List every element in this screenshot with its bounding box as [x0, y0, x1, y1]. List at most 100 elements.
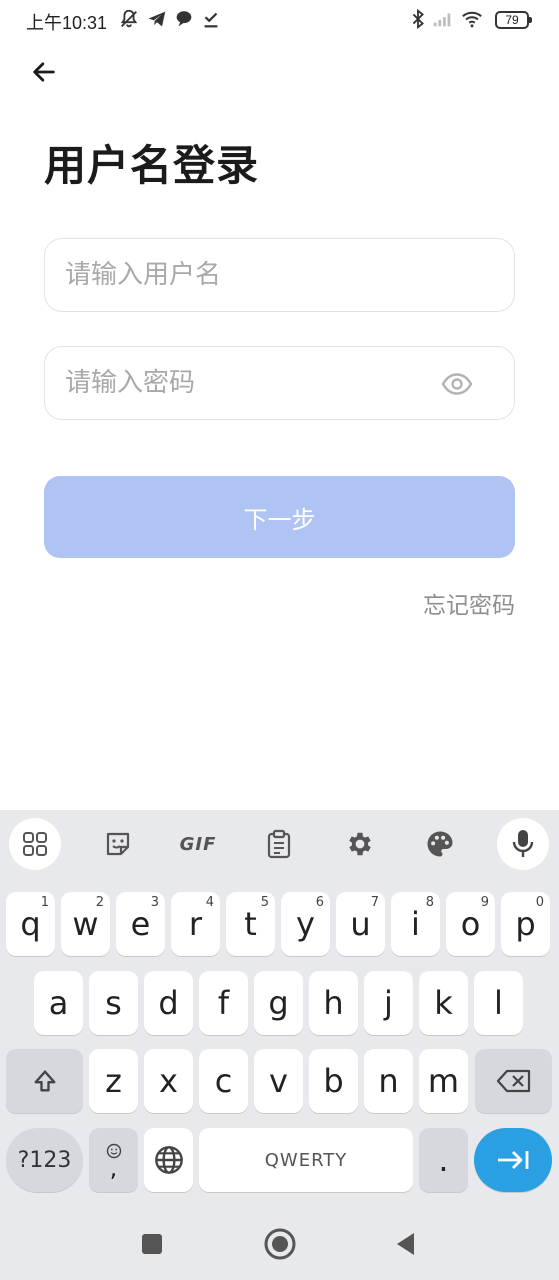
page-title: 用户名登录 — [44, 141, 260, 190]
symbols-key[interactable]: ?123 — [6, 1128, 83, 1192]
key-label: n — [378, 1062, 399, 1100]
key-label: z — [105, 1062, 122, 1100]
backspace-key[interactable] — [475, 1049, 552, 1113]
key-a[interactable]: a — [34, 971, 83, 1035]
key-hint: 9 — [480, 895, 489, 910]
gif-button[interactable]: GIF — [172, 818, 224, 870]
key-j[interactable]: j — [364, 971, 413, 1035]
eye-icon — [441, 373, 473, 395]
key-label: l — [494, 984, 503, 1022]
key-r[interactable]: r4 — [171, 892, 220, 956]
key-hint: 6 — [315, 895, 324, 910]
key-g[interactable]: g — [254, 971, 303, 1035]
chat-bubble-icon — [176, 11, 192, 27]
sticker-button[interactable] — [92, 818, 144, 870]
battery-indicator: 79 — [495, 11, 532, 29]
home-button[interactable] — [260, 1224, 300, 1264]
back-nav-button[interactable] — [386, 1224, 426, 1264]
password-input[interactable] — [65, 347, 425, 419]
key-hint: 1 — [40, 895, 49, 910]
key-p[interactable]: p0 — [501, 892, 550, 956]
microphone-icon — [512, 830, 534, 857]
key-w[interactable]: w2 — [61, 892, 110, 956]
keyboard-toolbar: GIF — [0, 810, 559, 882]
key-u[interactable]: u7 — [336, 892, 385, 956]
key-label: b — [323, 1062, 344, 1100]
key-o[interactable]: o9 — [446, 892, 495, 956]
key-e[interactable]: e3 — [116, 892, 165, 956]
settings-button[interactable] — [334, 818, 386, 870]
key-d[interactable]: d — [144, 971, 193, 1035]
status-bar: 上午10:31 79 — [0, 0, 559, 44]
period-key[interactable]: . — [419, 1128, 468, 1192]
key-x[interactable]: x — [144, 1049, 193, 1113]
key-label: s — [105, 984, 122, 1022]
clipboard-button[interactable] — [253, 818, 305, 870]
password-visibility-toggle[interactable] — [440, 369, 474, 399]
key-h[interactable]: h — [309, 971, 358, 1035]
key-t[interactable]: t5 — [226, 892, 275, 956]
key-label: t — [244, 905, 257, 943]
key-y[interactable]: y6 — [281, 892, 330, 956]
key-label: j — [384, 984, 393, 1022]
key-v[interactable]: v — [254, 1049, 303, 1113]
key-hint: 0 — [535, 895, 544, 910]
home-circle-icon — [264, 1228, 296, 1260]
username-field[interactable] — [44, 238, 515, 312]
arrow-left-icon — [33, 62, 55, 82]
symbols-key-label: ?123 — [17, 1147, 72, 1173]
key-label: i — [411, 905, 420, 943]
backspace-icon — [496, 1069, 530, 1093]
recent-apps-button[interactable] — [132, 1224, 172, 1264]
palette-icon — [427, 831, 453, 857]
key-label: e — [130, 905, 151, 943]
theme-button[interactable] — [414, 818, 466, 870]
key-m[interactable]: m — [419, 1049, 468, 1113]
clipboard-icon — [267, 829, 291, 859]
language-key[interactable] — [144, 1128, 193, 1192]
key-label: r — [188, 905, 203, 943]
key-f[interactable]: f — [199, 971, 248, 1035]
key-label: w — [72, 905, 99, 943]
key-k[interactable]: k — [419, 971, 468, 1035]
period-label: . — [438, 1141, 449, 1179]
apps-grid-button[interactable] — [9, 818, 61, 870]
key-label: x — [159, 1062, 178, 1100]
key-hint: 2 — [95, 895, 104, 910]
gif-label: GIF — [179, 833, 217, 855]
status-time: 上午10:31 — [26, 13, 108, 33]
emoji-comma-key[interactable]: , — [89, 1128, 138, 1192]
shift-key[interactable] — [6, 1049, 83, 1113]
key-z[interactable]: z — [89, 1049, 138, 1113]
key-c[interactable]: c — [199, 1049, 248, 1113]
wifi-icon — [462, 11, 482, 28]
triangle-back-icon — [397, 1233, 414, 1255]
key-label: d — [158, 984, 179, 1022]
key-i[interactable]: i8 — [391, 892, 440, 956]
gear-icon — [349, 832, 371, 856]
telegram-icon — [148, 11, 166, 27]
sticker-icon — [106, 832, 130, 856]
space-key-label: QWERTY — [264, 1149, 348, 1171]
voice-input-button[interactable] — [497, 818, 549, 870]
forgot-password-link[interactable]: 忘记密码 — [423, 586, 515, 620]
key-q[interactable]: q1 — [6, 892, 55, 956]
next-button[interactable]: 下一步 — [44, 476, 515, 558]
key-label: y — [296, 905, 315, 943]
password-field[interactable] — [44, 346, 515, 420]
back-button[interactable] — [24, 54, 64, 90]
key-label: m — [427, 1062, 460, 1100]
key-s[interactable]: s — [89, 971, 138, 1035]
comma-label: , — [109, 1154, 118, 1182]
bell-off-icon — [120, 9, 138, 28]
next-field-key[interactable] — [474, 1128, 552, 1192]
key-b[interactable]: b — [309, 1049, 358, 1113]
space-key[interactable]: QWERTY — [199, 1128, 413, 1192]
key-hint: 3 — [150, 895, 159, 910]
key-n[interactable]: n — [364, 1049, 413, 1113]
key-hint: 4 — [205, 895, 214, 910]
username-input[interactable] — [65, 239, 425, 311]
key-l[interactable]: l — [474, 971, 523, 1035]
square-icon — [142, 1234, 162, 1254]
globe-icon — [154, 1146, 183, 1174]
